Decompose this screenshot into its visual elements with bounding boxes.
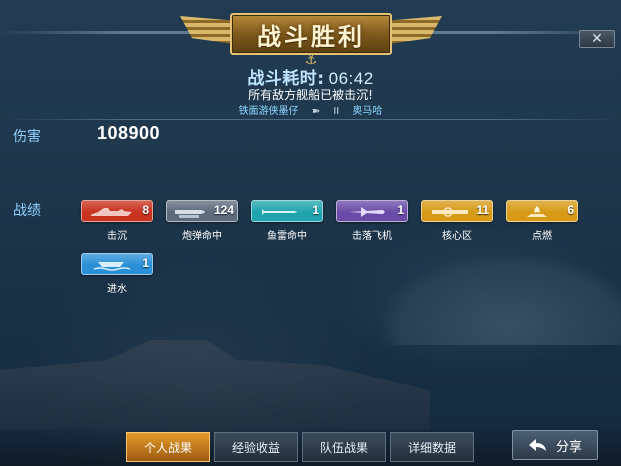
achievement-count: 1 (397, 203, 404, 217)
achievement-count: 1 (312, 203, 319, 217)
achievement-badge: 6 (506, 200, 578, 222)
achievement-count: 124 (213, 203, 234, 217)
achievement-citadel[interactable]: 11 核心区 (421, 200, 493, 242)
achievement-count: 1 (142, 256, 149, 270)
share-icon (528, 439, 546, 451)
achievement-name: 击沉 (107, 231, 127, 242)
close-icon: ✕ (591, 31, 603, 47)
ship-names: 铁面游侠墨仔 ➽ II 奥马哈 (0, 102, 621, 117)
victory-emblem: 战斗胜利 ⚓ (180, 4, 442, 68)
header-divider (0, 119, 621, 120)
damage-value: 108900 (97, 123, 161, 143)
achievement-fire[interactable]: 6 点燃 (506, 200, 578, 242)
achievement-badge: 124 (166, 200, 238, 222)
damage-label: 伤害 (13, 129, 41, 145)
achievement-count: 8 (142, 203, 149, 217)
achievement-aircraft-shot[interactable]: 1 击落飞机 (336, 200, 408, 242)
player-ship-name: 铁面游侠墨仔 (238, 106, 299, 117)
achievement-count: 6 (567, 203, 574, 217)
achievement-name: 击落飞机 (352, 231, 392, 242)
achievement-shell-hits[interactable]: 124 炮弹命中 (166, 200, 238, 242)
victory-title: 战斗胜利 (257, 22, 365, 51)
achievement-badge: 1 (81, 253, 153, 275)
tab-detailed-data[interactable]: 详细数据 (390, 432, 474, 462)
tab-team-results[interactable]: 队伍战果 (302, 432, 386, 462)
tab-personal-results[interactable]: 个人战果 (126, 432, 210, 462)
share-label: 分享 (555, 439, 582, 455)
victory-plate: 战斗胜利 (230, 13, 392, 55)
achievement-torpedo-hits[interactable]: 1 鱼雷命中 (251, 200, 323, 242)
achievement-sink[interactable]: 8 击沉 (81, 200, 153, 242)
achievement-name: 核心区 (442, 231, 472, 242)
achievement-name: 鱼雷命中 (267, 231, 307, 242)
achievement-name: 点燃 (532, 231, 552, 242)
achievement-badge: 8 (81, 200, 153, 222)
background-island (380, 255, 621, 345)
achievement-badge: 11 (421, 200, 493, 222)
vs-separator: II (333, 106, 340, 117)
share-button[interactable]: 分享 (512, 430, 598, 460)
result-message: 所有敌方舰船已被击沉! (248, 88, 373, 102)
achievement-name: 炮弹命中 (182, 231, 222, 242)
achievement-badge: 1 (336, 200, 408, 222)
achievement-count: 11 (476, 203, 489, 217)
achievement-name: 进水 (107, 284, 127, 295)
versus-icon: ➽ (311, 106, 321, 117)
record-label: 战绩 (13, 203, 41, 219)
close-button[interactable]: ✕ (579, 30, 615, 48)
achievement-badge: 1 (251, 200, 323, 222)
achievement-flooding[interactable]: 1 进水 (81, 253, 153, 295)
enemy-ship-name: 奥马哈 (352, 106, 383, 117)
tab-experience[interactable]: 经验收益 (214, 432, 298, 462)
